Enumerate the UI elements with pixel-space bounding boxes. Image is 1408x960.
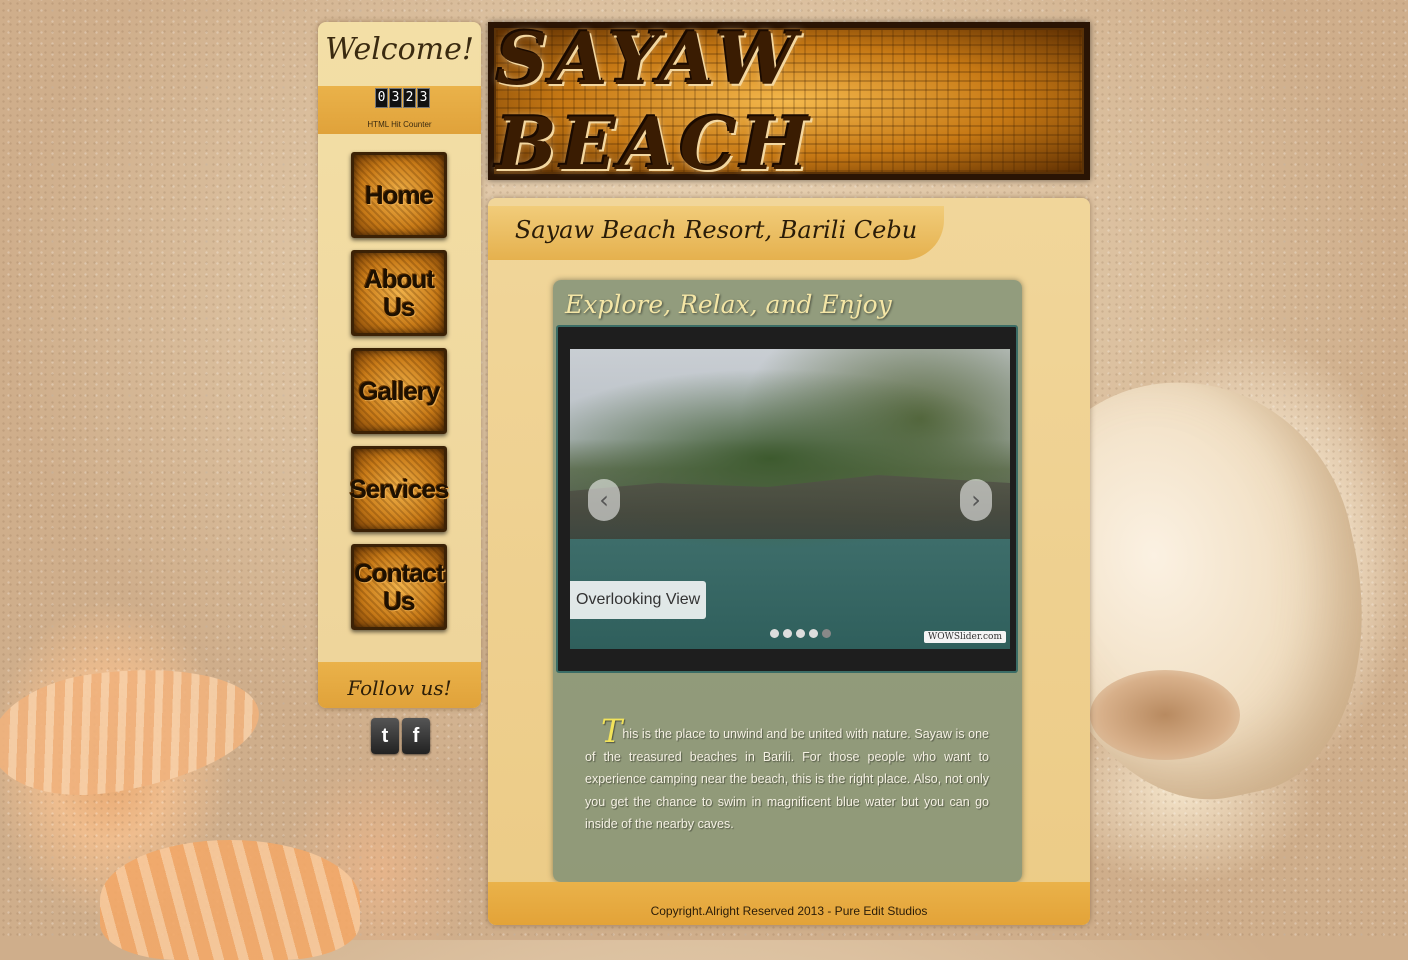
seashell-bottom-decoration (100, 840, 360, 960)
facebook-icon[interactable]: f (402, 718, 430, 754)
page-title: Sayaw Beach Resort, Barili Cebu (514, 216, 918, 244)
slider-dot[interactable] (796, 629, 805, 638)
main-panel: Sayaw Beach Resort, Barili Cebu Explore,… (488, 198, 1090, 925)
footer-copyright: Copyright.Alright Reserved 2013 - Pure E… (650, 904, 928, 918)
slider-dot[interactable] (783, 629, 792, 638)
banner-wood-panel: SAYAW BEACH (494, 16, 1084, 186)
chevron-left-icon: ‹ (599, 486, 609, 514)
seashell-left-decoration (0, 651, 268, 809)
nav-services-button[interactable]: Services (350, 446, 450, 532)
hit-counter-digit: 3 (389, 88, 402, 108)
site-logo-title: SAYAW BEACH (496, 16, 813, 186)
paragraph-text: his is the place to unwind and be united… (585, 727, 989, 831)
chevron-right-icon: › (971, 486, 981, 514)
header-banner: SAYAW BEACH (488, 16, 1090, 186)
intro-paragraph: This is the place to unwind and be unite… (585, 715, 989, 836)
hit-counter-link[interactable]: HTML Hit Counter (318, 120, 481, 129)
slide-rock-formation (570, 475, 1010, 539)
slider-prev-button[interactable]: ‹ (588, 479, 620, 521)
paragraph-dropcap: T (601, 712, 623, 750)
sidebar: Welcome! 0 3 2 3 HTML Hit Counter Home A… (318, 22, 481, 708)
slider-next-button[interactable]: › (960, 479, 992, 521)
slider-dot[interactable] (809, 629, 818, 638)
nav-gallery-button[interactable]: Gallery (351, 348, 447, 434)
seashell-opening-decoration (1090, 670, 1240, 760)
wowslider-watermark-link[interactable]: WOWSlider.com (923, 631, 1006, 643)
slider-dot[interactable] (770, 629, 779, 638)
slider-dots (770, 629, 831, 638)
section-heading: Explore, Relax, and Enjoy (565, 290, 892, 319)
welcome-heading: Welcome! (325, 32, 474, 67)
slide-image: ‹ › Overlooking View WOWSlider.com (570, 349, 1010, 649)
slider-dot-active[interactable] (822, 629, 831, 638)
hit-counter-digit: 0 (375, 88, 388, 108)
nav-home-button[interactable]: Home (351, 152, 447, 238)
hit-counter-digit: 2 (403, 88, 416, 108)
image-slider: ‹ › Overlooking View WOWSlider.com (556, 325, 1018, 673)
nav-about-us-button[interactable]: About Us (351, 250, 447, 336)
hit-counter: 0 3 2 3 (375, 88, 430, 108)
nav-contact-us-button[interactable]: Contact Us (351, 544, 447, 630)
hit-counter-digit: 3 (417, 88, 430, 108)
content-box: Explore, Relax, and Enjoy ‹ › Overlookin… (553, 280, 1022, 882)
slide-caption: Overlooking View (570, 581, 707, 619)
twitter-icon[interactable]: t (371, 718, 399, 754)
follow-us-label: Follow us! (347, 676, 452, 700)
